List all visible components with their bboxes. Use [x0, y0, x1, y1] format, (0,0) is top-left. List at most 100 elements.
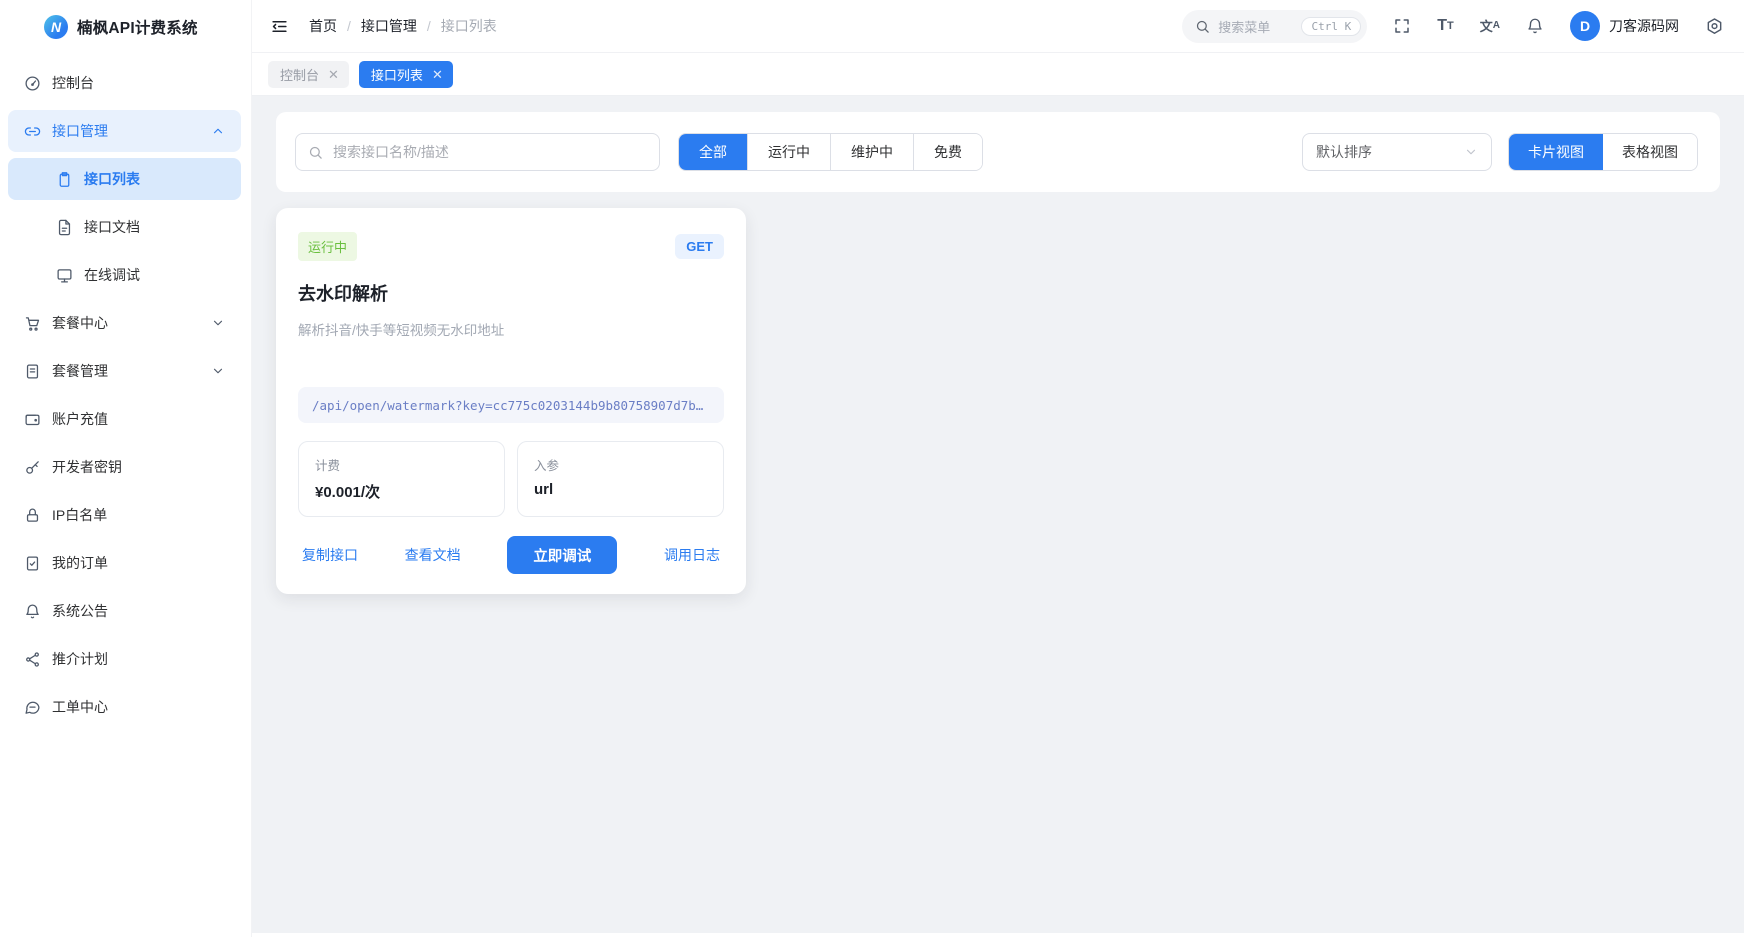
chevron-down-icon — [1464, 145, 1478, 159]
search-shortcut-badge: Ctrl K — [1301, 17, 1361, 36]
sidebar-item-package-center[interactable]: 套餐中心 — [8, 302, 241, 344]
api-search-box — [295, 133, 660, 171]
filter-maintenance-button[interactable]: 维护中 — [830, 134, 913, 170]
key-icon — [24, 459, 41, 476]
menu-search-placeholder: 搜索菜单 — [1218, 17, 1293, 36]
font-size-icon[interactable]: TT — [1437, 18, 1454, 34]
tab-label: 接口列表 — [371, 65, 423, 84]
tab-dashboard[interactable]: 控制台 ✕ — [268, 61, 349, 88]
sidebar-item-my-orders[interactable]: 我的订单 — [8, 542, 241, 584]
tab-close-icon[interactable]: ✕ — [328, 68, 339, 81]
breadcrumb-home[interactable]: 首页 — [309, 16, 337, 36]
param-value: url — [534, 481, 707, 498]
table-view-button[interactable]: 表格视图 — [1603, 134, 1697, 170]
api-info-row: 计费 ¥0.001/次 入参 url — [298, 441, 724, 517]
api-endpoint[interactable]: /api/open/watermark?key=cc775c0203144b9b… — [298, 387, 724, 423]
sidebar-item-developer-keys[interactable]: 开发者密钥 — [8, 446, 241, 488]
filter-free-button[interactable]: 免费 — [913, 134, 982, 170]
status-filter-group: 全部 运行中 维护中 免费 — [678, 133, 983, 171]
sidebar-item-label: 接口管理 — [52, 121, 108, 141]
app-title: 楠枫API计费系统 — [77, 16, 198, 38]
status-badge: 运行中 — [298, 232, 357, 261]
sidebar-item-api-docs[interactable]: 接口文档 — [8, 206, 241, 248]
sidebar-item-dashboard[interactable]: 控制台 — [8, 62, 241, 104]
api-title: 去水印解析 — [298, 280, 724, 306]
fullscreen-icon[interactable] — [1393, 17, 1411, 35]
username: 刀客源码网 — [1609, 16, 1679, 36]
tab-api-list[interactable]: 接口列表 ✕ — [359, 61, 453, 88]
call-logs-button[interactable]: 调用日志 — [664, 545, 720, 565]
sidebar-item-label: 开发者密钥 — [52, 457, 122, 477]
cart-icon — [24, 315, 41, 332]
api-card-header: 运行中 GET — [298, 232, 724, 261]
sidebar-item-package-management[interactable]: 套餐管理 — [8, 350, 241, 392]
breadcrumb: 首页 / 接口管理 / 接口列表 — [309, 16, 497, 36]
view-docs-button[interactable]: 查看文档 — [405, 545, 461, 565]
api-card: 运行中 GET 去水印解析 解析抖音/快手等短视频无水印地址 /api/open… — [276, 208, 746, 594]
tab-label: 控制台 — [280, 65, 319, 84]
sidebar-item-label: 在线调试 — [84, 265, 140, 285]
notification-bell-icon[interactable] — [1526, 17, 1544, 35]
sidebar-item-label: 套餐中心 — [52, 313, 108, 333]
billing-value: ¥0.001/次 — [315, 481, 488, 502]
sidebar-item-label: 套餐管理 — [52, 361, 108, 381]
sidebar-item-label: 推介计划 — [52, 649, 108, 669]
logo-icon: N — [44, 15, 68, 39]
user-menu[interactable]: D 刀客源码网 — [1570, 11, 1679, 41]
billing-label: 计费 — [315, 455, 488, 474]
sidebar-item-label: 接口列表 — [84, 169, 140, 189]
sidebar-item-ip-whitelist[interactable]: IP白名单 — [8, 494, 241, 536]
billing-info-box: 计费 ¥0.001/次 — [298, 441, 505, 517]
chevron-down-icon — [211, 316, 225, 330]
sidebar-item-online-debug[interactable]: 在线调试 — [8, 254, 241, 296]
sidebar-item-api-list[interactable]: 接口列表 — [8, 158, 241, 200]
sort-select-value: 默认排序 — [1316, 142, 1372, 162]
wallet-icon — [24, 411, 41, 428]
ticket-icon — [24, 699, 41, 716]
api-card-actions: 复制接口 查看文档 立即调试 调用日志 — [298, 536, 724, 574]
sidebar-item-label: 接口文档 — [84, 217, 140, 237]
sidebar-item-ticket-center[interactable]: 工单中心 — [8, 686, 241, 728]
menu-fold-icon[interactable] — [270, 17, 289, 36]
sidebar-item-announcements[interactable]: 系统公告 — [8, 590, 241, 632]
settings-gear-icon[interactable] — [1705, 17, 1724, 36]
tab-close-icon[interactable]: ✕ — [432, 68, 443, 81]
debug-now-button[interactable]: 立即调试 — [507, 536, 617, 574]
announcement-icon — [24, 603, 41, 620]
order-icon — [24, 555, 41, 572]
package-doc-icon — [24, 363, 41, 380]
copy-api-button[interactable]: 复制接口 — [302, 545, 358, 565]
sidebar-item-label: IP白名单 — [52, 505, 107, 525]
api-list-icon — [56, 171, 73, 188]
sort-select[interactable]: 默认排序 — [1302, 133, 1492, 171]
breadcrumb-current: 接口列表 — [441, 16, 497, 36]
breadcrumb-api-management[interactable]: 接口管理 — [361, 16, 417, 36]
dashboard-icon — [24, 75, 41, 92]
sidebar-item-referral-program[interactable]: 推介计划 — [8, 638, 241, 680]
content-area: 全部 运行中 维护中 免费 默认排序 卡片视图 表格视图 运行中 GET — [252, 96, 1744, 933]
sidebar-nav: 控制台 接口管理 接口列表 接口文档 — [0, 54, 251, 728]
menu-search[interactable]: 搜索菜单 Ctrl K — [1182, 10, 1367, 43]
sidebar-item-api-management[interactable]: 接口管理 — [8, 110, 241, 152]
param-info-box: 入参 url — [517, 441, 724, 517]
header: 首页 / 接口管理 / 接口列表 搜索菜单 Ctrl K TT 文A — [252, 0, 1744, 53]
card-view-button[interactable]: 卡片视图 — [1509, 134, 1603, 170]
filter-toolbar: 全部 运行中 维护中 免费 默认排序 卡片视图 表格视图 — [276, 112, 1720, 192]
sidebar-item-label: 工单中心 — [52, 697, 108, 717]
search-icon — [1195, 19, 1210, 34]
sidebar-item-account-recharge[interactable]: 账户充值 — [8, 398, 241, 440]
breadcrumb-separator: / — [427, 18, 431, 34]
sidebar: N 楠枫API计费系统 控制台 接口管理 接口列表 — [0, 0, 252, 937]
filter-running-button[interactable]: 运行中 — [747, 134, 830, 170]
sidebar-item-label: 我的订单 — [52, 553, 108, 573]
param-label: 入参 — [534, 455, 707, 474]
sidebar-item-label: 账户充值 — [52, 409, 108, 429]
chevron-up-icon — [211, 124, 225, 138]
filter-all-button[interactable]: 全部 — [679, 134, 747, 170]
monitor-icon — [56, 267, 73, 284]
translate-icon[interactable]: 文A — [1480, 20, 1500, 33]
app-logo[interactable]: N 楠枫API计费系统 — [0, 0, 251, 54]
api-search-input[interactable] — [331, 143, 647, 161]
search-icon — [308, 145, 323, 160]
tab-bar: 控制台 ✕ 接口列表 ✕ — [252, 53, 1744, 96]
